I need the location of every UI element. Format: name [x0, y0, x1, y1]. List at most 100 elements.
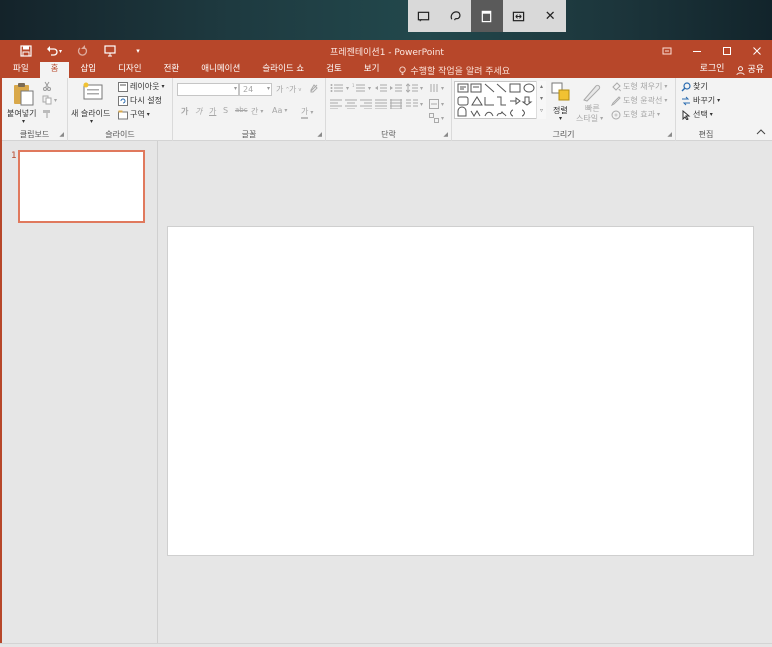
freeform-snip-icon[interactable] [440, 0, 472, 32]
slide-canvas[interactable] [167, 226, 754, 556]
tab-home[interactable]: 홈 [39, 62, 70, 78]
ribbon-display-options-icon[interactable] [652, 40, 682, 62]
font-name-input[interactable]: ▾ [177, 83, 239, 96]
tell-me-text: 수행할 작업을 알려 주세요 [410, 66, 511, 77]
smartart-icon[interactable]: ▾ [429, 113, 444, 123]
align-left-icon[interactable] [330, 99, 342, 109]
paste-icon[interactable] [12, 82, 34, 109]
layout-button[interactable]: 레이아웃 ▾ [118, 81, 164, 92]
shrink-font-icon[interactable]: 가v [289, 84, 301, 95]
change-case-button[interactable]: Aa ▾ [272, 106, 287, 115]
format-painter-icon[interactable] [42, 109, 52, 119]
tab-file[interactable]: 파일 [2, 62, 40, 78]
lightbulb-icon [399, 65, 407, 75]
login-link[interactable]: 로그인 [700, 62, 725, 78]
underline-button[interactable]: 가 [209, 106, 216, 117]
slide-thumbnail-pane: 1 [2, 141, 158, 647]
decrease-indent-icon[interactable] [375, 83, 387, 93]
distributed-icon[interactable] [390, 99, 402, 109]
shape-effects-button[interactable]: 도형 효과 ▾ [611, 109, 660, 120]
align-center-icon[interactable] [345, 99, 357, 109]
tab-transitions[interactable]: 전환 [153, 62, 191, 78]
grow-font-icon[interactable]: 가 ^ [276, 84, 290, 95]
line-spacing-icon[interactable]: ▾ [406, 83, 423, 93]
shapes-gallery[interactable] [454, 81, 546, 119]
drawing-launcher-icon[interactable]: ◢ [667, 131, 672, 138]
justify-icon[interactable] [375, 99, 387, 109]
numbering-icon[interactable]: 1 ▾ [352, 83, 371, 93]
new-slide-icon[interactable] [82, 81, 104, 106]
tab-review[interactable]: 검토 [315, 62, 353, 78]
find-button[interactable]: 찾기 [681, 81, 708, 92]
cut-icon[interactable] [42, 81, 52, 91]
arrange-icon[interactable] [551, 82, 571, 105]
fullscreen-snip-icon[interactable] [503, 0, 535, 32]
person-icon [736, 65, 745, 75]
magnifier-icon [681, 81, 691, 91]
gallery-scroll[interactable]: ▴ ▾ ▿ [536, 81, 546, 119]
font-color-button[interactable]: 가 ▾ [301, 106, 313, 119]
bullets-icon[interactable]: ▾ [330, 83, 349, 93]
slide-thumbnail[interactable] [18, 150, 145, 223]
share-button[interactable]: 공유 [736, 62, 764, 78]
tab-insert[interactable]: 삽입 [69, 62, 107, 78]
group-clipboard: 붙여넣기 ▾ ▾ 클립보드 ◢ [2, 78, 68, 141]
window-snip-icon[interactable] [471, 0, 503, 32]
arrange-dropdown-icon[interactable]: ▾ [559, 115, 562, 122]
shape-outline-button[interactable]: 도형 윤곽선 ▾ [611, 95, 667, 106]
title-bar: ▾ ▾ 프레젠테이션1 - PowerPoint [2, 40, 772, 62]
reset-button[interactable]: 다시 설정 [118, 95, 162, 106]
font-size-input[interactable]: 24 ▾ [239, 83, 272, 96]
save-icon[interactable] [12, 40, 40, 62]
maximize-icon[interactable] [712, 40, 742, 62]
ribbon-tabs: 파일 홈 삽입 디자인 전환 애니메이션 슬라이드 쇼 검토 보기 수행할 작업… [2, 62, 772, 78]
replace-button[interactable]: 바꾸기 ▾ [681, 95, 720, 106]
select-button[interactable]: 선택 ▾ [681, 109, 713, 120]
redo-icon[interactable] [68, 40, 96, 62]
undo-icon[interactable]: ▾ [40, 40, 68, 62]
window-title: 프레젠테이션1 - PowerPoint [330, 48, 444, 58]
tell-me-box[interactable]: 수행할 작업을 알려 주세요 [398, 62, 510, 78]
slideshow-icon[interactable] [96, 40, 124, 62]
snip-toolbar: ✕ [408, 0, 566, 32]
collapse-ribbon-icon[interactable] [756, 128, 766, 138]
slides-group-label: 슬라이드 [105, 130, 135, 139]
tab-design[interactable]: 디자인 [107, 62, 152, 78]
clipboard-launcher-icon[interactable]: ◢ [59, 131, 64, 138]
italic-button[interactable]: 가 [195, 106, 202, 117]
new-slide-dropdown-icon[interactable]: ▾ [90, 118, 93, 125]
section-button[interactable]: 구역 ▾ [118, 109, 150, 120]
character-spacing-button[interactable]: 간 ▾ [251, 106, 263, 117]
shadow-button[interactable]: S [223, 106, 228, 115]
clear-formatting-icon[interactable] [309, 83, 319, 93]
close-icon[interactable]: ✕ [534, 0, 566, 32]
quick-styles-button[interactable]: 스타일 ▾ [576, 113, 603, 124]
bold-button[interactable]: 가 [181, 106, 188, 117]
increase-indent-icon[interactable] [390, 83, 402, 93]
group-drawing: ▴ ▾ ▿ 정렬 ▾ 빠른 스타일 ▾ 도형 채우기 ▾ 도형 윤곽선 ▾ 도형… [452, 78, 676, 141]
shape-fill-button[interactable]: 도형 채우기 ▾ [611, 81, 667, 92]
align-text-icon[interactable]: ▾ [429, 99, 444, 109]
customize-qat-icon[interactable]: ▾ [124, 40, 152, 62]
minimize-icon[interactable] [682, 40, 712, 62]
paragraph-launcher-icon[interactable]: ◢ [443, 131, 448, 138]
quick-access-toolbar: ▾ ▾ [2, 40, 152, 62]
tab-animations[interactable]: 애니메이션 [190, 62, 251, 78]
strikethrough-button[interactable]: abc [235, 106, 248, 114]
tab-view[interactable]: 보기 [353, 62, 391, 78]
group-paragraph: ▾ 1 ▾ ▾ ▾ ▾ ▾ ▾ 단락 ◢ [326, 78, 452, 141]
font-launcher-icon[interactable]: ◢ [317, 131, 322, 138]
status-edge [0, 643, 772, 647]
quick-styles-icon[interactable] [582, 82, 602, 105]
columns-icon[interactable]: ▾ [406, 99, 423, 109]
paste-dropdown-icon[interactable]: ▾ [22, 118, 25, 125]
cursor-icon [682, 109, 691, 120]
group-font: ▾ 24 ▾ 가 ^ 가v 가 가 가 S abc 간 ▾ Aa ▾ 가 ▾ 글… [173, 78, 326, 141]
tab-slideshow[interactable]: 슬라이드 쇼 [251, 62, 315, 78]
align-right-icon[interactable] [360, 99, 372, 109]
slide-number: 1 [11, 151, 17, 161]
text-direction-icon[interactable]: ▾ [429, 83, 444, 93]
copy-icon[interactable]: ▾ [42, 95, 57, 105]
rectangle-snip-icon[interactable] [408, 0, 440, 32]
window-close-icon[interactable] [742, 40, 772, 62]
